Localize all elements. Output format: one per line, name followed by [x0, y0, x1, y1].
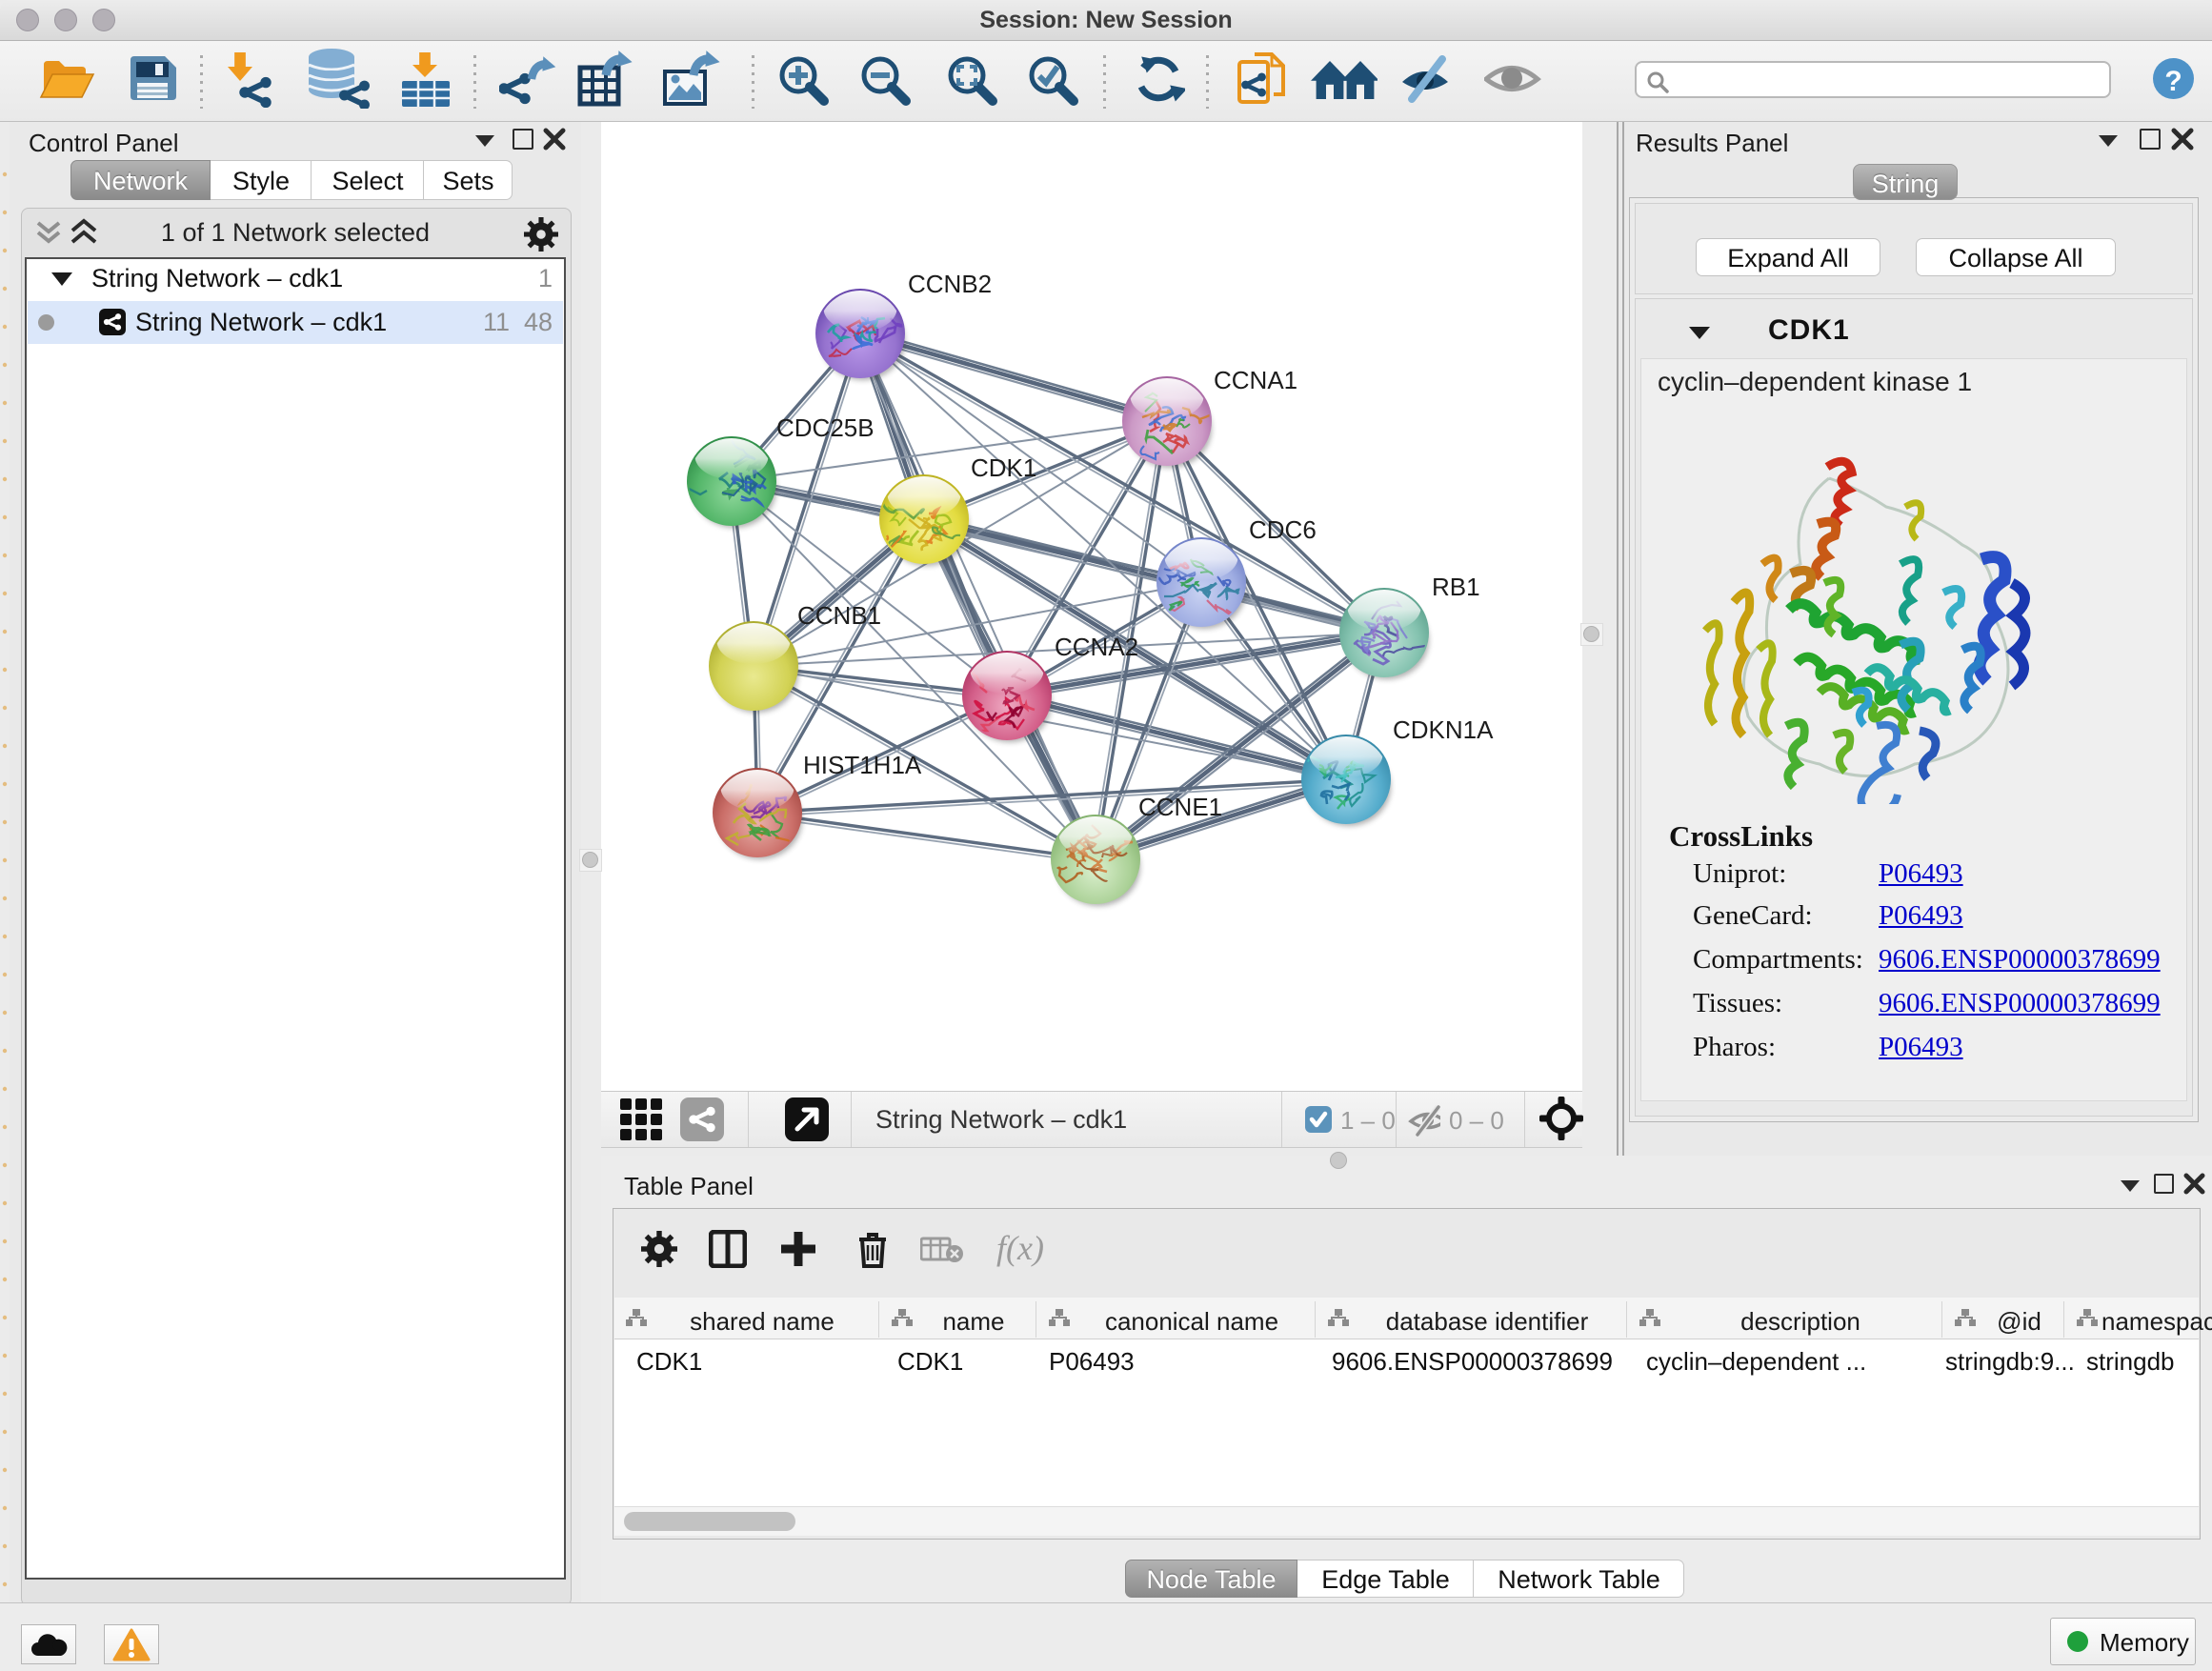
svg-text:CDK1: CDK1 — [971, 453, 1036, 482]
svg-text:HIST1H1A: HIST1H1A — [803, 751, 922, 779]
svg-text:CCNA1: CCNA1 — [1214, 366, 1297, 394]
svg-text:CDC25B: CDC25B — [776, 413, 875, 442]
svg-text:CCNB2: CCNB2 — [908, 270, 992, 298]
svg-text:CDKN1A: CDKN1A — [1393, 715, 1494, 744]
svg-text:CCNA2: CCNA2 — [1055, 633, 1138, 661]
svg-text:CCNE1: CCNE1 — [1138, 793, 1222, 821]
svg-text:CCNB1: CCNB1 — [797, 601, 881, 630]
svg-text:RB1: RB1 — [1432, 573, 1480, 601]
svg-text:CDC6: CDC6 — [1249, 515, 1317, 544]
